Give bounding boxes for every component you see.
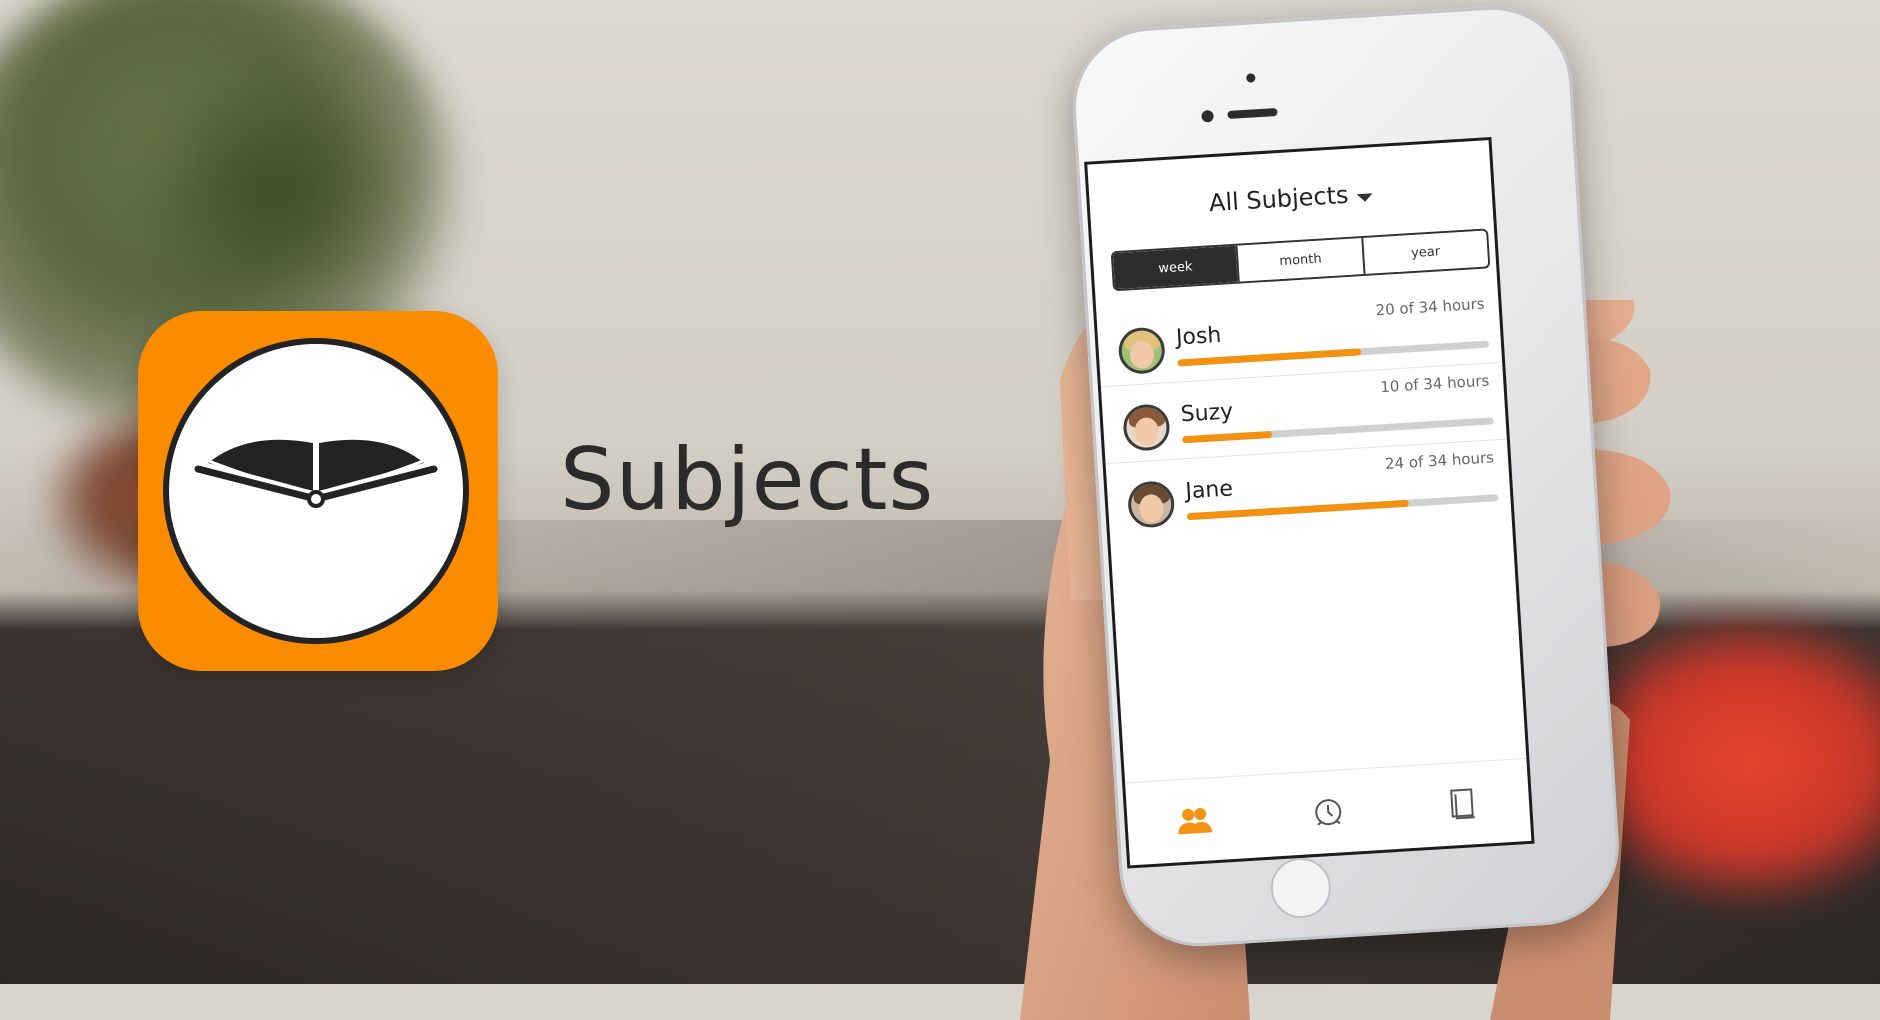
progress-bar — [1186, 494, 1499, 521]
app-icon — [138, 311, 498, 671]
josh-avatar — [1117, 326, 1167, 376]
students-icon — [1178, 807, 1213, 835]
subjects-book-icon — [1450, 788, 1475, 820]
progress-bar — [1177, 340, 1490, 367]
phone-body: All Subjects week month year Josh 20 of … — [1068, 2, 1624, 951]
subject-filter[interactable]: All Subjects — [1089, 172, 1492, 224]
student-list: Josh 20 of 34 hours Suzy 10 of 34 hours — [1096, 285, 1511, 540]
tab-subjects[interactable] — [1393, 759, 1532, 849]
earpiece-speaker — [1227, 107, 1278, 120]
segment-month[interactable]: month — [1235, 238, 1364, 282]
period-segmented-control: week month year — [1110, 228, 1491, 292]
progress-fill — [1177, 348, 1362, 367]
jane-avatar — [1126, 480, 1176, 529]
front-sensor — [1246, 73, 1256, 83]
home-button[interactable] — [1269, 856, 1333, 920]
student-hours: 10 of 34 hours — [1379, 371, 1490, 397]
app-screen: All Subjects week month year Josh 20 of … — [1084, 136, 1535, 869]
screen-title: All Subjects — [1208, 180, 1350, 218]
student-hours: 20 of 34 hours — [1375, 294, 1486, 320]
suzy-avatar — [1122, 403, 1171, 452]
background-plant-leaves — [120, 60, 420, 320]
student-name: Suzy — [1179, 399, 1234, 428]
app-name: Subjects — [560, 430, 935, 530]
caret-down-icon — [1356, 192, 1373, 202]
front-camera — [1201, 109, 1214, 123]
tab-timer[interactable] — [1259, 767, 1398, 857]
segment-year[interactable]: year — [1360, 230, 1489, 275]
segment-week[interactable]: week — [1112, 245, 1239, 290]
tab-students[interactable] — [1125, 775, 1264, 865]
progress-fill — [1186, 499, 1409, 521]
progress-fill — [1182, 430, 1273, 444]
student-hours: 24 of 34 hours — [1384, 448, 1495, 474]
book-clock-icon — [163, 338, 469, 644]
tab-bar — [1125, 757, 1532, 866]
student-name: Jane — [1184, 476, 1234, 505]
student-name: Josh — [1175, 322, 1223, 351]
timer-icon — [1315, 799, 1342, 826]
